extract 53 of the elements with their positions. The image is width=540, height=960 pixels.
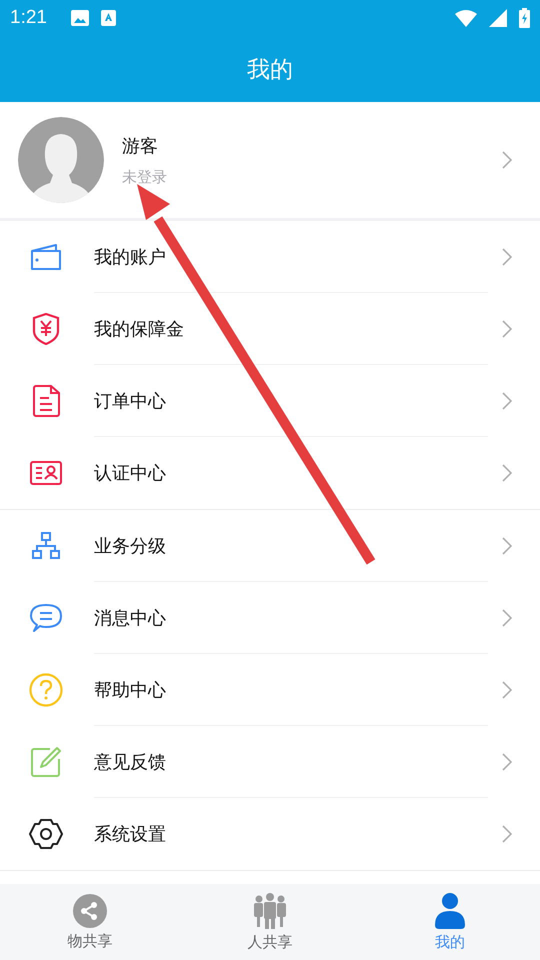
chevron-right-icon [502,825,512,843]
menu-item[interactable]: 订单中心 [0,365,540,437]
chevron-right-icon [502,248,512,266]
image-icon [70,10,89,26]
menu-item[interactable]: 我的账户 [0,221,540,293]
chevron-right-icon [502,681,512,699]
status-time: 1:21 [10,7,47,29]
chevron-right-icon [502,609,512,627]
tab[interactable]: 物共享 [0,884,180,960]
signal-icon [489,9,507,27]
chevron-right-icon [502,392,512,410]
chevron-right-icon [502,537,512,555]
person-icon [435,892,465,928]
chevron-right-icon [502,320,512,338]
battery-icon [519,8,530,28]
menu-label: 我的账户 [94,246,166,268]
shield-yen-icon [32,313,60,345]
menu-label: 帮助中心 [94,678,166,702]
profile-row[interactable]: 游客 未登录 [0,102,540,221]
menu-label: 认证中心 [94,462,166,485]
chevron-right-icon [502,753,512,771]
menu-item[interactable]: 帮助中心 [0,654,540,726]
share-icon [73,894,107,928]
tab[interactable]: 人共享 [180,884,360,960]
menu-item[interactable]: 消息中心 [0,582,540,654]
menu-item[interactable]: 我的保障金 [0,293,540,365]
chevron-right-icon [502,151,512,169]
id-card-icon [30,461,62,485]
people-icon [253,892,287,928]
menu-item[interactable]: 意见反馈 [0,726,540,798]
menu-item[interactable]: 业务分级 [0,510,540,582]
menu-item[interactable]: 认证中心 [0,437,540,509]
settings-icon [29,818,63,850]
wallet-icon [30,243,62,271]
chevron-right-icon [502,464,512,482]
help-icon [29,673,63,707]
document-icon [32,385,60,417]
menu-label: 我的保障金 [94,318,184,340]
chat-bubble-icon [29,603,63,633]
page-title: 我的 [247,56,293,84]
edit-icon [30,746,62,778]
user-name: 游客 [122,134,159,158]
menu-label: 意见反馈 [94,750,166,774]
wifi-icon [455,10,477,26]
menu-label: 订单中心 [94,390,166,412]
menu-label: 业务分级 [94,534,166,558]
menu-label: 系统设置 [94,823,166,846]
hierarchy-icon [31,531,61,561]
keyboard-a-icon [100,10,116,26]
menu-item[interactable]: 系统设置 [0,798,540,870]
menu-label: 消息中心 [94,606,166,630]
login-status: 未登录 [122,168,168,186]
avatar-icon [18,117,104,203]
